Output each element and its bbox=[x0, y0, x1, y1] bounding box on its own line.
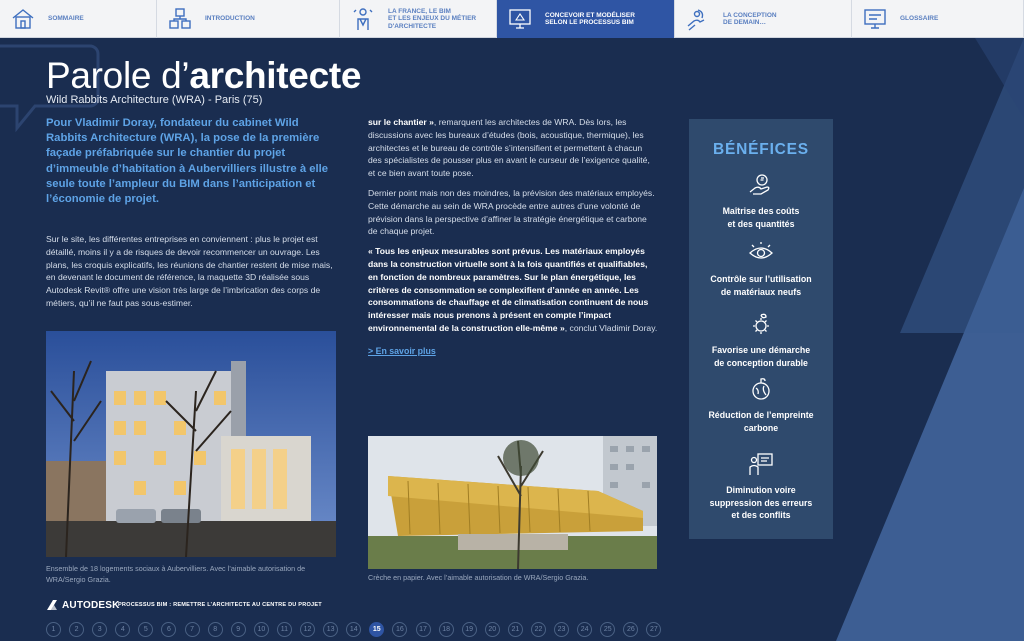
page-dot-12[interactable]: 12 bbox=[300, 622, 316, 637]
nav-item-label: LA FRANCE, LE BIM ET LES ENJEUX DU MÉTIE… bbox=[388, 7, 477, 30]
body-paragraph-site: Sur le site, les différentes entreprises… bbox=[46, 234, 333, 308]
page-subtitle: Wild Rabbits Architecture (WRA) - Paris … bbox=[46, 94, 263, 106]
page-dot-11[interactable]: 11 bbox=[276, 622, 292, 637]
top-navigation: SOMMAIRE INTRODUCTION LA FRANCE, LE BIM ET… bbox=[0, 0, 1024, 38]
nav-item-2[interactable]: INTRODUCTION bbox=[157, 0, 340, 38]
person-icon bbox=[350, 6, 376, 32]
house-icon bbox=[10, 6, 36, 32]
quote-paragraph: « Tous les enjeux mesurables sont prévus… bbox=[368, 246, 658, 333]
benefit-label: Maîtrise des coûts et des quantités bbox=[722, 206, 800, 229]
page-dot-4[interactable]: 4 bbox=[115, 622, 131, 637]
page-dot-26[interactable]: 26 bbox=[623, 622, 639, 637]
page-dot-22[interactable]: 22 bbox=[530, 622, 546, 637]
benefit-label: Contrôle sur l’utilisation de matériaux … bbox=[710, 274, 812, 297]
page-dot-8[interactable]: 8 bbox=[207, 622, 223, 637]
benefit-item: Réduction de l’empreinte carbone bbox=[689, 376, 833, 434]
page-dot-14[interactable]: 14 bbox=[346, 622, 362, 637]
page-dot-3[interactable]: 3 bbox=[92, 622, 108, 637]
nav-item-4[interactable]: CONCEVOIR ET MODÉLISER SELON LE PROCESSU… bbox=[497, 0, 675, 38]
benefit-item: Diminution voire suppression des erreurs… bbox=[689, 451, 833, 522]
body-paragraph-materiaux: Dernier point mais non des moindres, la … bbox=[368, 187, 655, 237]
page-dot-6[interactable]: 6 bbox=[161, 622, 177, 637]
model-screen-icon bbox=[507, 6, 533, 32]
page-dot-9[interactable]: 9 bbox=[230, 622, 246, 637]
nav-item-5[interactable]: LA CONCEPTION DE DEMAIN… bbox=[675, 0, 852, 38]
nav-item-label: GLOSSAIRE bbox=[900, 15, 939, 23]
nav-item-6[interactable]: GLOSSAIRE bbox=[852, 0, 1024, 38]
photo-aubervilliers-housing bbox=[46, 331, 336, 557]
page-dot-10[interactable]: 10 bbox=[253, 622, 269, 637]
page-dot-20[interactable]: 20 bbox=[484, 622, 500, 637]
second-column: sur le chantier », remarquent les archit… bbox=[368, 116, 658, 358]
page-dot-1[interactable]: 1 bbox=[46, 622, 61, 637]
glossary-screen-icon bbox=[862, 6, 888, 32]
benefit-item: Contrôle sur l’utilisation de matériaux … bbox=[689, 240, 833, 298]
nav-item-label: INTRODUCTION bbox=[205, 15, 255, 23]
page-dot-16[interactable]: 16 bbox=[392, 622, 408, 637]
page-dot-13[interactable]: 13 bbox=[323, 622, 339, 637]
benefits-title: BÉNÉFICES bbox=[713, 141, 809, 158]
nav-item-3[interactable]: LA FRANCE, LE BIM ET LES ENJEUX DU MÉTIE… bbox=[340, 0, 497, 38]
page-dot-2[interactable]: 2 bbox=[69, 622, 85, 637]
body-paragraph-chantier: sur le chantier », remarquent les archit… bbox=[368, 117, 650, 179]
nav-item-label: CONCEVOIR ET MODÉLISER SELON LE PROCESSU… bbox=[545, 11, 635, 27]
lead-paragraph: Pour Vladimir Doray, fondateur du cabine… bbox=[46, 117, 329, 206]
hands-icon bbox=[685, 6, 711, 32]
benefit-item: Favorise une démarche de conception dura… bbox=[689, 311, 833, 369]
gear-leaf-icon bbox=[748, 311, 774, 337]
benefits-panel: BÉNÉFICES Maîtrise des coûts et des quan… bbox=[689, 119, 833, 539]
page-dot-25[interactable]: 25 bbox=[600, 622, 616, 637]
photo-creche-en-papier bbox=[368, 436, 657, 569]
person-board-icon bbox=[748, 451, 774, 477]
benefit-item: Maîtrise des coûts et des quantités bbox=[689, 172, 833, 230]
eye-icon bbox=[748, 240, 774, 266]
nav-item-label: SOMMAIRE bbox=[48, 15, 84, 23]
autodesk-mark-icon bbox=[47, 600, 57, 610]
benefit-label: Diminution voire suppression des erreurs… bbox=[709, 485, 813, 521]
page-dot-27[interactable]: 27 bbox=[646, 622, 662, 637]
benefit-label: Réduction de l’empreinte carbone bbox=[708, 410, 814, 433]
page-dot-17[interactable]: 17 bbox=[415, 622, 431, 637]
globe-leaf-icon bbox=[748, 376, 774, 402]
footer-title: PROCESSUS BIM : REMETTRE L’ARCHITECTE AU… bbox=[118, 602, 322, 608]
benefit-label: Favorise une démarche de conception dura… bbox=[711, 345, 811, 368]
autodesk-logo: AUTODESK bbox=[46, 599, 120, 611]
photo-caption-aubervilliers: Ensemble de 18 logements sociaux à Auber… bbox=[46, 564, 306, 584]
page-dot-21[interactable]: 21 bbox=[507, 622, 523, 637]
page-dot-19[interactable]: 19 bbox=[461, 622, 477, 637]
page-dot-24[interactable]: 24 bbox=[577, 622, 593, 637]
cubes-icon bbox=[167, 6, 193, 32]
page-dot-5[interactable]: 5 bbox=[138, 622, 154, 637]
money-hand-icon bbox=[748, 172, 774, 198]
autodesk-brand: AUTODESK bbox=[62, 599, 120, 611]
nav-item-label: LA CONCEPTION DE DEMAIN… bbox=[723, 11, 777, 27]
page-navigation: 1 2 3 4 5 6 7 8 9 10 11 12 13 14 15 16 17 18 19 20 21 22 23 24 2… bbox=[46, 622, 670, 637]
photo-caption-creche: Crèche en papier. Avec l’aimable autoris… bbox=[368, 573, 589, 582]
page-dot-15[interactable]: 15 bbox=[369, 622, 385, 637]
page-dot-18[interactable]: 18 bbox=[438, 622, 454, 637]
nav-item-1[interactable]: SOMMAIRE bbox=[0, 0, 157, 38]
page-dot-23[interactable]: 23 bbox=[554, 622, 570, 637]
page-title: Parole d’architecte bbox=[46, 55, 362, 96]
learn-more-link[interactable]: > En savoir plus bbox=[368, 345, 436, 358]
page-dot-7[interactable]: 7 bbox=[184, 622, 200, 637]
